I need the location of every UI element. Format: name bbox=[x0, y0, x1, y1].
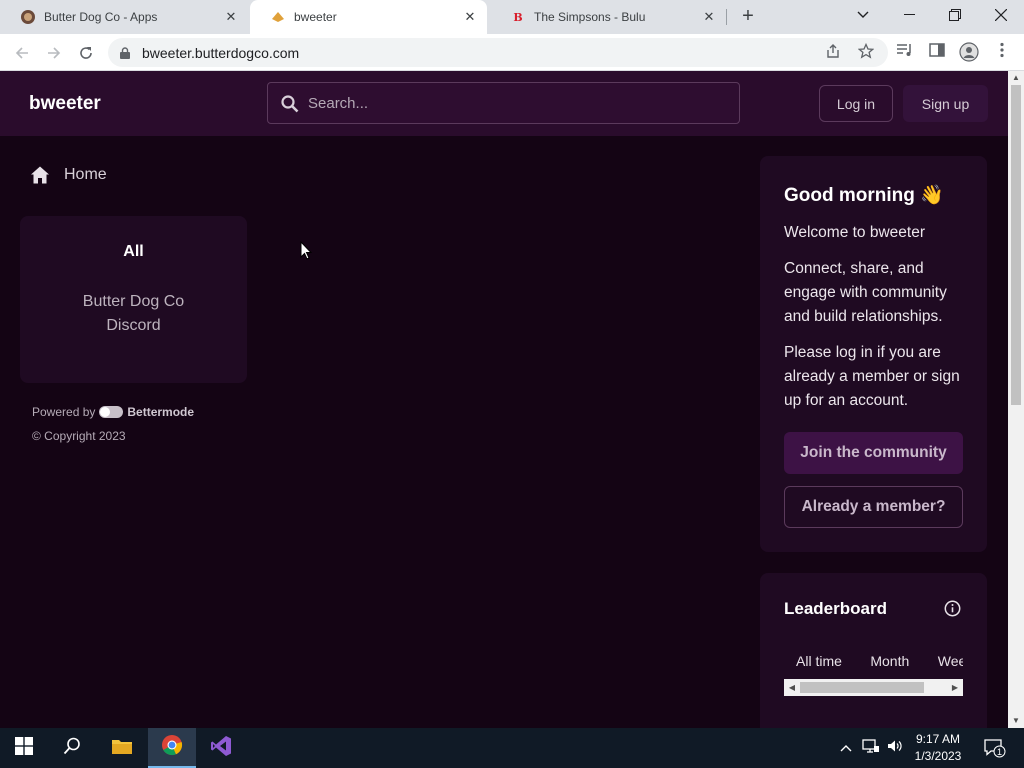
spaces-card: All Butter Dog Co Discord bbox=[20, 216, 247, 383]
home-label: Home bbox=[64, 166, 107, 183]
scroll-up-arrow-icon[interactable]: ▲ bbox=[1011, 73, 1021, 83]
clock-time: 9:17 AM bbox=[915, 732, 961, 746]
lock-icon bbox=[120, 46, 130, 59]
site-logo[interactable]: bweeter bbox=[29, 93, 101, 115]
join-community-button[interactable]: Join the community bbox=[784, 432, 963, 474]
space-butter-dog-discord-link[interactable]: Butter Dog Co Discord bbox=[60, 290, 207, 338]
chrome-icon bbox=[161, 734, 183, 761]
share-icon[interactable] bbox=[823, 43, 843, 63]
browser-tab-bar: Butter Dog Co - Apps ✕ bweeter ✕ B The S… bbox=[0, 0, 1024, 34]
space-all-link[interactable]: All bbox=[20, 243, 247, 261]
scroll-down-arrow-icon[interactable]: ▼ bbox=[1011, 716, 1021, 726]
leaderboard-title: Leaderboard bbox=[784, 599, 887, 618]
bettermode-logo-icon bbox=[99, 406, 124, 418]
butter-dog-favicon-icon bbox=[20, 9, 36, 25]
file-explorer-button[interactable] bbox=[98, 728, 146, 768]
browser-toolbar: bweeter.butterdogco.com bbox=[0, 34, 1024, 71]
new-tab-button[interactable]: + bbox=[737, 6, 759, 28]
scroll-left-arrow-icon[interactable]: ◀ bbox=[787, 682, 797, 693]
site-header: bweeter Log in Sign up bbox=[0, 71, 1008, 136]
network-icon[interactable] bbox=[861, 738, 881, 758]
restore-button[interactable] bbox=[932, 0, 978, 30]
close-tab-icon[interactable]: ✕ bbox=[224, 10, 238, 24]
welcome-line: Welcome to bweeter bbox=[784, 224, 925, 241]
side-panel-icon[interactable] bbox=[927, 42, 947, 62]
close-tab-icon[interactable]: ✕ bbox=[702, 10, 716, 24]
more-menu-icon[interactable] bbox=[992, 42, 1012, 62]
copyright-text: © Copyright 2023 bbox=[32, 429, 126, 443]
login-button[interactable]: Log in bbox=[819, 85, 893, 122]
powered-by[interactable]: Powered by Bettermode bbox=[32, 405, 194, 419]
bettermode-name: Bettermode bbox=[127, 405, 195, 419]
search-icon bbox=[280, 94, 300, 114]
leaderboard-tabs-scrollbar[interactable]: ◀ ▶ bbox=[784, 679, 963, 696]
clock-date: 1/3/2023 bbox=[914, 749, 962, 763]
login-prompt: Please log in if you are already a membe… bbox=[784, 344, 960, 409]
search-box[interactable] bbox=[267, 82, 740, 124]
tab-butter-dog-apps[interactable]: Butter Dog Co - Apps ✕ bbox=[0, 0, 248, 34]
already-member-button[interactable]: Already a member? bbox=[784, 486, 963, 528]
tab-week[interactable]: Week bbox=[938, 653, 963, 669]
tab-bweeter[interactable]: bweeter ✕ bbox=[250, 0, 487, 34]
search-icon bbox=[63, 737, 81, 760]
back-button[interactable] bbox=[10, 41, 34, 65]
forward-button[interactable] bbox=[42, 41, 66, 65]
bulu-favicon-icon: B bbox=[513, 10, 523, 24]
volume-icon[interactable] bbox=[884, 738, 904, 758]
taskbar-search-button[interactable] bbox=[48, 728, 96, 768]
system-clock[interactable]: 9:17 AM 1/3/2023 bbox=[904, 731, 972, 765]
bookmark-star-icon[interactable] bbox=[856, 42, 876, 63]
home-icon bbox=[30, 165, 50, 185]
page-scrollbar[interactable]: ▲ ▼ bbox=[1008, 71, 1024, 728]
tab-search-icon[interactable] bbox=[840, 0, 886, 30]
search-input[interactable] bbox=[308, 91, 728, 115]
welcome-card: Good morning 👋 Welcome to bweeter Connec… bbox=[760, 156, 987, 552]
scroll-right-arrow-icon[interactable]: ▶ bbox=[950, 682, 960, 693]
close-window-button[interactable] bbox=[978, 0, 1024, 30]
windows-taskbar: 9:17 AM 1/3/2023 1 bbox=[0, 728, 1024, 768]
leaderboard-tabs: All time Month Week bbox=[784, 653, 963, 675]
powered-by-label: Powered by bbox=[32, 405, 96, 419]
windows-logo-icon bbox=[15, 736, 33, 760]
tab-title: Butter Dog Co - Apps bbox=[44, 10, 158, 24]
tab-month[interactable]: Month bbox=[870, 653, 909, 669]
welcome-description: Connect, share, and engage with communit… bbox=[784, 260, 947, 325]
signup-button[interactable]: Sign up bbox=[903, 85, 988, 122]
start-button[interactable] bbox=[0, 728, 48, 768]
tab-title: bweeter bbox=[294, 10, 337, 24]
notification-count: 1 bbox=[997, 747, 1002, 757]
folder-icon bbox=[111, 737, 133, 760]
info-icon[interactable] bbox=[944, 600, 961, 617]
tab-simpsons[interactable]: B The Simpsons - Bulu ✕ bbox=[490, 0, 726, 34]
leaderboard-card: Leaderboard All time Month Week ◀ ▶ bbox=[760, 573, 987, 728]
visual-studio-taskbar-button[interactable] bbox=[197, 728, 245, 768]
address-bar[interactable]: bweeter.butterdogco.com bbox=[108, 38, 888, 67]
tab-title: The Simpsons - Bulu bbox=[534, 10, 646, 24]
tab-all-time[interactable]: All time bbox=[796, 653, 842, 669]
chrome-taskbar-button[interactable] bbox=[148, 728, 196, 768]
close-tab-icon[interactable]: ✕ bbox=[463, 10, 477, 24]
notification-center-icon[interactable]: 1 bbox=[983, 738, 1007, 758]
page-scrollbar-thumb[interactable] bbox=[1011, 85, 1021, 405]
bweeter-favicon-icon bbox=[270, 9, 286, 25]
url-text: bweeter.butterdogco.com bbox=[142, 45, 300, 61]
mouse-cursor-icon bbox=[300, 241, 312, 260]
reload-button[interactable] bbox=[74, 41, 98, 65]
profile-avatar-icon[interactable] bbox=[959, 42, 979, 62]
home-nav-link[interactable]: Home bbox=[30, 165, 107, 185]
visual-studio-icon bbox=[210, 735, 232, 762]
scrollbar-thumb[interactable] bbox=[800, 682, 924, 693]
tab-separator bbox=[726, 9, 727, 25]
media-control-icon[interactable] bbox=[895, 42, 915, 62]
minimize-button[interactable] bbox=[886, 0, 932, 30]
page-content: bweeter Log in Sign up Home All Butter D… bbox=[0, 71, 1008, 728]
greeting-title: Good morning 👋 bbox=[784, 185, 944, 206]
show-hidden-icons-icon[interactable] bbox=[836, 738, 856, 758]
